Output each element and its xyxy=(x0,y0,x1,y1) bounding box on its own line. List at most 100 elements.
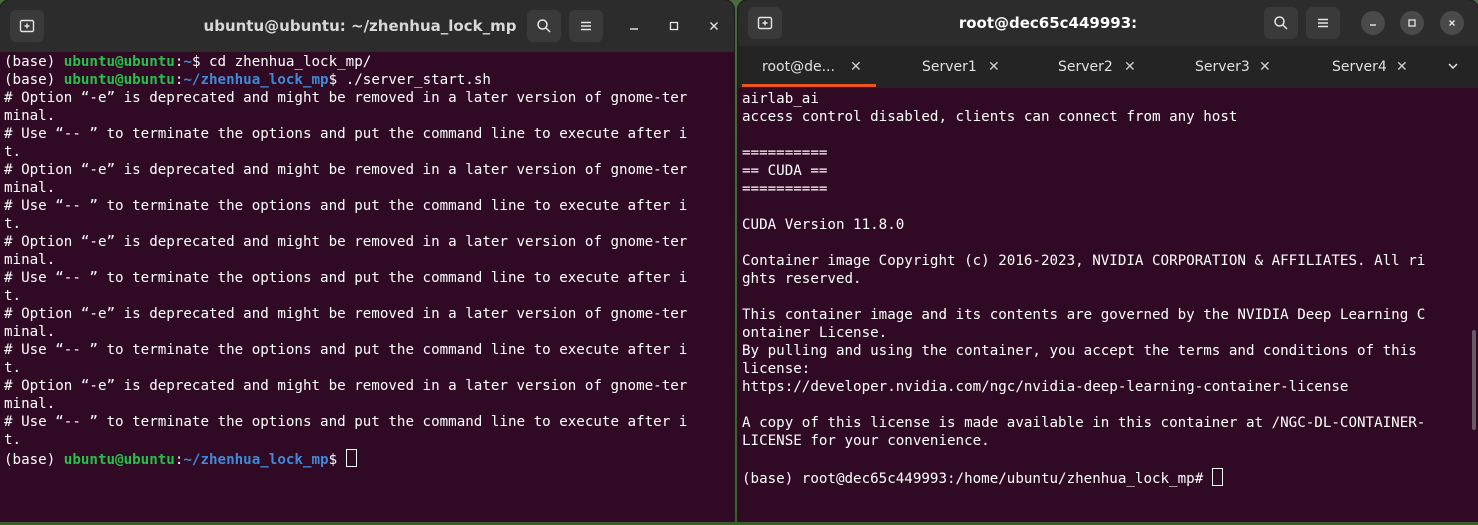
search-icon xyxy=(1274,16,1288,30)
tab-server4[interactable]: Server4 ✕ xyxy=(1332,46,1432,88)
maximize-button[interactable] xyxy=(1400,11,1424,35)
prompt-env: (base) xyxy=(4,452,64,468)
terminal-line: minal. xyxy=(4,108,56,124)
new-tab-button[interactable] xyxy=(10,10,44,42)
minimize-button[interactable] xyxy=(1361,11,1385,35)
maximize-icon xyxy=(1408,19,1416,27)
terminal-line: t. xyxy=(4,216,22,232)
close-icon xyxy=(1449,20,1455,26)
tab-close-icon[interactable]: ✕ xyxy=(988,46,1000,88)
terminal-line: # Option “-e” is deprecated and might be… xyxy=(4,234,688,250)
new-tab-icon xyxy=(757,16,773,30)
prompt-user: ubuntu@ubuntu xyxy=(63,54,175,70)
command-text: $ cd zhenhua_lock_mp/ xyxy=(191,54,372,70)
terminal-line: license: xyxy=(742,361,811,377)
search-button[interactable] xyxy=(1264,7,1298,39)
terminal-line: (base) ubuntu@ubuntu:~/zhenhua_lock_mp$ xyxy=(4,449,687,469)
left-terminal-window[interactable]: ubuntu@ubuntu: ~/zhenhua_lock_mp (base) … xyxy=(0,0,734,521)
terminal-line: access control disabled, clients can con… xyxy=(742,109,1238,125)
tab-label: Server2 xyxy=(1058,59,1113,75)
terminal-line: # Use “-- ” to terminate the options and… xyxy=(4,126,688,142)
hamburger-menu-icon xyxy=(581,21,591,31)
maximize-button[interactable] xyxy=(662,14,686,38)
terminal-line: # Option “-e” is deprecated and might be… xyxy=(4,162,688,178)
tab-close-icon[interactable]: ✕ xyxy=(1259,46,1271,88)
window-title: ubuntu@ubuntu: ~/zhenhua_lock_mp xyxy=(203,17,517,35)
menu-button[interactable] xyxy=(1306,7,1340,39)
prompt-path: ~/zhenhua_lock_mp xyxy=(183,452,329,468)
minimize-button[interactable] xyxy=(622,14,646,38)
left-terminal-output[interactable]: (base) ubuntu@ubuntu:~$ cd zhenhua_lock_… xyxy=(4,53,687,469)
minimize-icon xyxy=(630,28,638,30)
tab-root[interactable]: root@de... ✕ xyxy=(762,46,872,88)
command-text: $ xyxy=(328,452,346,468)
terminal-line: # Option “-e” is deprecated and might be… xyxy=(4,90,688,106)
minimize-icon xyxy=(1370,24,1376,26)
terminal-line: ========== xyxy=(742,145,828,161)
right-titlebar[interactable]: root@dec65c449993: /home/ubuntu/zhenhua_… xyxy=(738,0,1478,78)
terminal-line: By pulling and using the container, you … xyxy=(742,343,1417,359)
terminal-line: (base) root@dec65c449993:/home/ubuntu/zh… xyxy=(742,468,1425,488)
terminal-line: t. xyxy=(4,432,22,448)
tab-server2[interactable]: Server2 ✕ xyxy=(1058,46,1158,88)
terminal-line: minal. xyxy=(4,324,56,340)
prompt-user: ubuntu@ubuntu xyxy=(63,72,175,88)
terminal-cursor xyxy=(345,449,357,467)
prompt-path: ~/zhenhua_lock_mp xyxy=(183,72,329,88)
menu-button[interactable] xyxy=(569,10,603,42)
tab-close-icon[interactable]: ✕ xyxy=(1396,46,1408,88)
hamburger-menu-icon xyxy=(1318,18,1328,28)
terminal-line: LICENSE for your convenience. xyxy=(742,433,990,449)
terminal-line: ghts reserved. xyxy=(742,271,862,287)
terminal-line: # Option “-e” is deprecated and might be… xyxy=(4,378,688,394)
tab-label: Server4 xyxy=(1332,59,1387,75)
right-terminal-output[interactable]: airlab_ai access control disabled, client… xyxy=(742,90,1425,488)
terminal-line: (base) ubuntu@ubuntu:~$ cd zhenhua_lock_… xyxy=(4,53,687,71)
command-text: $ ./server_start.sh xyxy=(328,72,491,88)
terminal-line: (base) ubuntu@ubuntu:~/zhenhua_lock_mp$ … xyxy=(4,71,687,89)
left-titlebar[interactable]: ubuntu@ubuntu: ~/zhenhua_lock_mp xyxy=(0,0,734,52)
maximize-icon xyxy=(669,21,679,31)
terminal-line: A copy of this license is made available… xyxy=(742,415,1426,431)
prompt-path: ~ xyxy=(183,54,192,70)
active-tab-indicator xyxy=(742,84,876,87)
terminal-line: == CUDA == xyxy=(742,163,828,179)
chevron-down-icon xyxy=(1448,63,1458,70)
tab-label: Server1 xyxy=(922,59,977,75)
terminal-line: minal. xyxy=(4,252,56,268)
terminal-line: minal. xyxy=(4,396,56,412)
terminal-line: # Use “-- ” to terminate the options and… xyxy=(4,270,688,286)
close-button[interactable] xyxy=(1440,11,1464,35)
search-icon xyxy=(537,19,551,33)
tab-list-button[interactable] xyxy=(1446,46,1466,88)
terminal-line: t. xyxy=(4,144,22,160)
terminal-line: t. xyxy=(4,288,22,304)
terminal-line: Container image Copyright (c) 2016-2023,… xyxy=(742,253,1426,269)
scrollbar-thumb[interactable] xyxy=(1472,330,1476,430)
tab-server3[interactable]: Server3 ✕ xyxy=(1195,46,1295,88)
tab-bar[interactable]: root@de... ✕ Server1 ✕ Server2 ✕ Server3… xyxy=(738,46,1478,88)
prompt-env: (base) xyxy=(4,54,64,70)
tab-close-icon[interactable]: ✕ xyxy=(1124,46,1136,88)
terminal-line: # Option “-e” is deprecated and might be… xyxy=(4,306,688,322)
close-icon xyxy=(710,22,718,30)
terminal-line: # Use “-- ” to terminate the options and… xyxy=(4,414,688,430)
terminal-line: ========== xyxy=(742,181,828,197)
terminal-cursor xyxy=(1211,468,1223,486)
tab-label: root@de... xyxy=(762,59,835,75)
new-tab-button[interactable] xyxy=(748,7,782,39)
prompt-user: ubuntu@ubuntu xyxy=(63,452,175,468)
search-button[interactable] xyxy=(527,10,561,42)
terminal-line: # Use “-- ” to terminate the options and… xyxy=(4,342,688,358)
terminal-line: # Use “-- ” to terminate the options and… xyxy=(4,198,688,214)
tab-server1[interactable]: Server1 ✕ xyxy=(922,46,1022,88)
close-button[interactable] xyxy=(702,14,726,38)
terminal-line: https://developer.nvidia.com/ngc/nvidia-… xyxy=(742,379,1349,395)
terminal-line: t. xyxy=(4,360,22,376)
new-tab-icon xyxy=(19,19,35,33)
right-terminal-window[interactable]: root@dec65c449993: /home/ubuntu/zhenhua_… xyxy=(738,0,1478,521)
tab-close-icon[interactable]: ✕ xyxy=(850,46,862,88)
tab-label: Server3 xyxy=(1195,59,1250,75)
